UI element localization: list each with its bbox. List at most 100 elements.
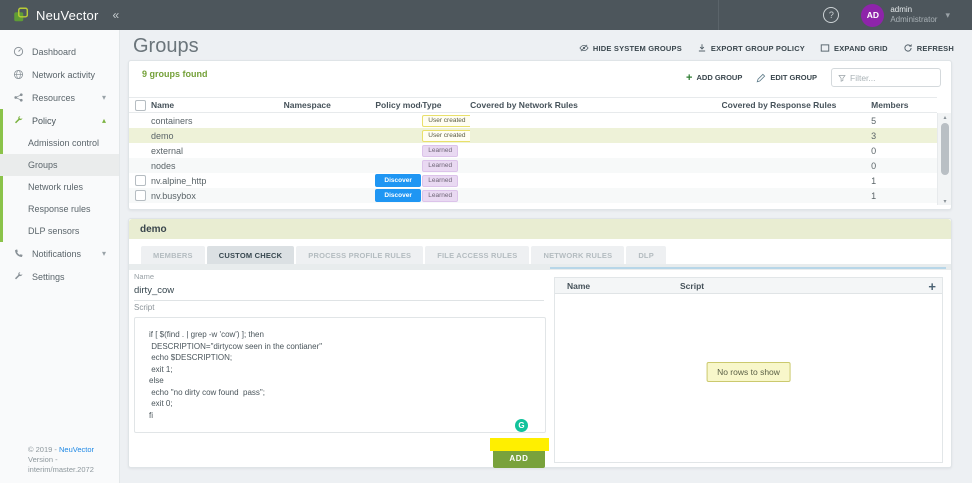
type-badge: Learned bbox=[422, 160, 459, 172]
add-group-button[interactable]: + ADD GROUP bbox=[686, 72, 743, 83]
add-row-plus-icon[interactable]: + bbox=[928, 278, 936, 294]
group-row-demo[interactable]: demo User created 3 bbox=[129, 128, 937, 143]
scripts-col-script: Script bbox=[680, 280, 705, 291]
toolbar-button-label: EXPAND GRID bbox=[834, 43, 888, 53]
cell-name: containers bbox=[150, 115, 193, 126]
add-group-label: ADD GROUP bbox=[696, 73, 743, 82]
group-row-nv-busybox[interactable]: nv.busybox Discover Learned 1 bbox=[129, 188, 937, 203]
funnel-icon bbox=[838, 74, 846, 82]
group-row-nv-alpine-http[interactable]: nv.alpine_http Discover Learned 1 bbox=[129, 173, 937, 188]
sidebar-item-network-activity[interactable]: Network activity bbox=[0, 63, 119, 86]
filter-box bbox=[831, 68, 941, 87]
group-row-external[interactable]: external Learned 0 bbox=[129, 143, 937, 158]
expand-grid-button[interactable]: EXPAND GRID bbox=[820, 43, 888, 53]
sidebar-item-settings[interactable]: Settings bbox=[0, 265, 119, 288]
sidebar-item-policy[interactable]: Policy ▴ bbox=[0, 109, 119, 132]
gauge-icon bbox=[13, 46, 24, 57]
chevron-down-icon: ▾ bbox=[101, 249, 106, 258]
scrollbar-thumb[interactable] bbox=[941, 123, 949, 175]
sidebar-item-label: Network activity bbox=[32, 69, 96, 80]
cell-members: 3 bbox=[871, 130, 877, 141]
user-name: admin bbox=[890, 5, 913, 14]
sidebar-item-network-rules[interactable]: Network rules bbox=[0, 176, 119, 198]
row-checkbox[interactable] bbox=[135, 190, 146, 201]
tab-members[interactable]: MEMBERS bbox=[141, 246, 205, 264]
edit-group-button[interactable]: EDIT GROUP bbox=[756, 73, 817, 83]
wrench-icon bbox=[13, 115, 24, 126]
policy-mode-badge: Discover bbox=[375, 174, 421, 188]
brand-logo: NeuVector bbox=[0, 6, 99, 24]
select-all-checkbox[interactable] bbox=[135, 99, 146, 111]
grammarly-icon[interactable]: G bbox=[515, 419, 528, 432]
sidebar-collapse-icon[interactable]: « bbox=[113, 8, 120, 22]
row-checkbox[interactable] bbox=[135, 175, 146, 186]
sidebar-item-notifications[interactable]: Notifications ▾ bbox=[0, 242, 119, 265]
sidebar-item-dlp-sensors[interactable]: DLP sensors bbox=[0, 220, 119, 242]
topbar-divider bbox=[718, 0, 720, 30]
scroll-down-icon[interactable]: ▾ bbox=[938, 197, 952, 205]
sidebar-item-label: Response rules bbox=[28, 204, 91, 214]
copyright-text: © 2019 - bbox=[28, 445, 57, 454]
user-block: admin Administrator bbox=[890, 5, 937, 25]
header-cell-covered-by-response-rules: Covered by Response Rules bbox=[721, 100, 837, 110]
script-textarea[interactable]: if [ $(find . | grep -w 'cow') ]; then D… bbox=[134, 317, 546, 433]
spanner-icon bbox=[13, 271, 24, 282]
chevron-up-icon: ▴ bbox=[101, 116, 106, 125]
sidebar-item-admission-control[interactable]: Admission control bbox=[0, 132, 119, 154]
groups-panel: 9 groups found + ADD GROUP EDIT GROUP Fi… bbox=[128, 60, 952, 210]
help-button[interactable]: ? bbox=[823, 7, 840, 23]
groups-count: 9 groups found bbox=[142, 69, 208, 79]
sidebar-item-dashboard[interactable]: Dashboard bbox=[0, 40, 119, 63]
sidebar-item-label: Dashboard bbox=[32, 46, 77, 57]
header-cell-namespace: Namespace bbox=[283, 100, 331, 110]
highlight-annotation bbox=[490, 438, 549, 451]
sidebar-item-label: Resources bbox=[32, 92, 76, 103]
scripts-table-header: Name Script + bbox=[555, 278, 942, 294]
cell-type: Learned bbox=[422, 189, 470, 202]
scroll-up-icon[interactable]: ▴ bbox=[938, 113, 952, 121]
cell-members: 0 bbox=[871, 145, 877, 156]
toolbar-button-label: HIDE SYSTEM GROUPS bbox=[592, 43, 682, 53]
refresh-button[interactable]: REFRESH bbox=[903, 43, 954, 53]
scripts-col-name: Name bbox=[567, 280, 591, 291]
tab-file-access-rules[interactable]: FILE ACCESS RULES bbox=[425, 246, 530, 264]
sidebar: Dashboard Network activity Resources ▾ Polic… bbox=[0, 30, 120, 483]
edit-group-label: EDIT GROUP bbox=[770, 73, 817, 82]
eye-off-icon bbox=[579, 43, 589, 53]
cell-members: 1 bbox=[871, 190, 877, 201]
hide-system-groups-button[interactable]: HIDE SYSTEM GROUPS bbox=[579, 43, 682, 53]
tab-network-rules[interactable]: NETWORK RULES bbox=[531, 246, 625, 264]
group-row-nodes[interactable]: nodes Learned 0 bbox=[129, 158, 937, 173]
cell-type: User created bbox=[422, 129, 471, 142]
export-group-policy-button[interactable]: EXPORT GROUP POLICY bbox=[697, 43, 805, 53]
sidebar-item-label: Policy bbox=[32, 115, 57, 126]
sidebar-item-label: DLP sensors bbox=[28, 226, 80, 236]
group-detail-panel: demo MEMBERS CUSTOM CHECK PROCESS PROFILE … bbox=[128, 218, 952, 468]
add-script-button[interactable]: ADD bbox=[493, 449, 545, 468]
topbar-right: ? AD admin Administrator ▾ bbox=[718, 0, 972, 30]
header-cell-members: Members bbox=[871, 100, 909, 110]
cell-type: Learned bbox=[422, 159, 470, 172]
sidebar-item-response-rules[interactable]: Response rules bbox=[0, 198, 119, 220]
sidebar-item-label: Admission control bbox=[28, 138, 100, 148]
download-icon bbox=[697, 43, 707, 53]
filter-input[interactable] bbox=[850, 72, 930, 83]
avatar[interactable]: AD bbox=[861, 3, 885, 27]
tab-custom-check[interactable]: CUSTOM CHECK bbox=[206, 246, 295, 264]
group-row-containers[interactable]: containers User created 5 bbox=[129, 113, 937, 128]
sidebar-item-resources[interactable]: Resources ▾ bbox=[0, 86, 119, 109]
tab-dlp[interactable]: DLP bbox=[626, 246, 666, 264]
cell-name: nv.alpine_http bbox=[150, 175, 207, 186]
tab-process-profile-rules[interactable]: PROCESS PROFILE RULES bbox=[296, 246, 424, 264]
custom-check-name-input[interactable] bbox=[134, 283, 544, 301]
script-line: echo "no dirty cow found pass"; bbox=[149, 387, 265, 397]
globe-icon bbox=[13, 69, 24, 80]
pencil-icon bbox=[756, 73, 766, 83]
neuvector-link[interactable]: NeuVector bbox=[59, 445, 94, 454]
user-menu-caret-icon[interactable]: ▾ bbox=[945, 10, 950, 21]
detail-tabs: MEMBERS CUSTOM CHECK PROCESS PROFILE RULES… bbox=[141, 246, 666, 264]
sidebar-item-label: Network rules bbox=[28, 182, 84, 192]
brand-name: NeuVector bbox=[36, 7, 99, 23]
cell-members: 1 bbox=[871, 175, 877, 186]
sidebar-item-groups[interactable]: Groups bbox=[0, 154, 119, 176]
